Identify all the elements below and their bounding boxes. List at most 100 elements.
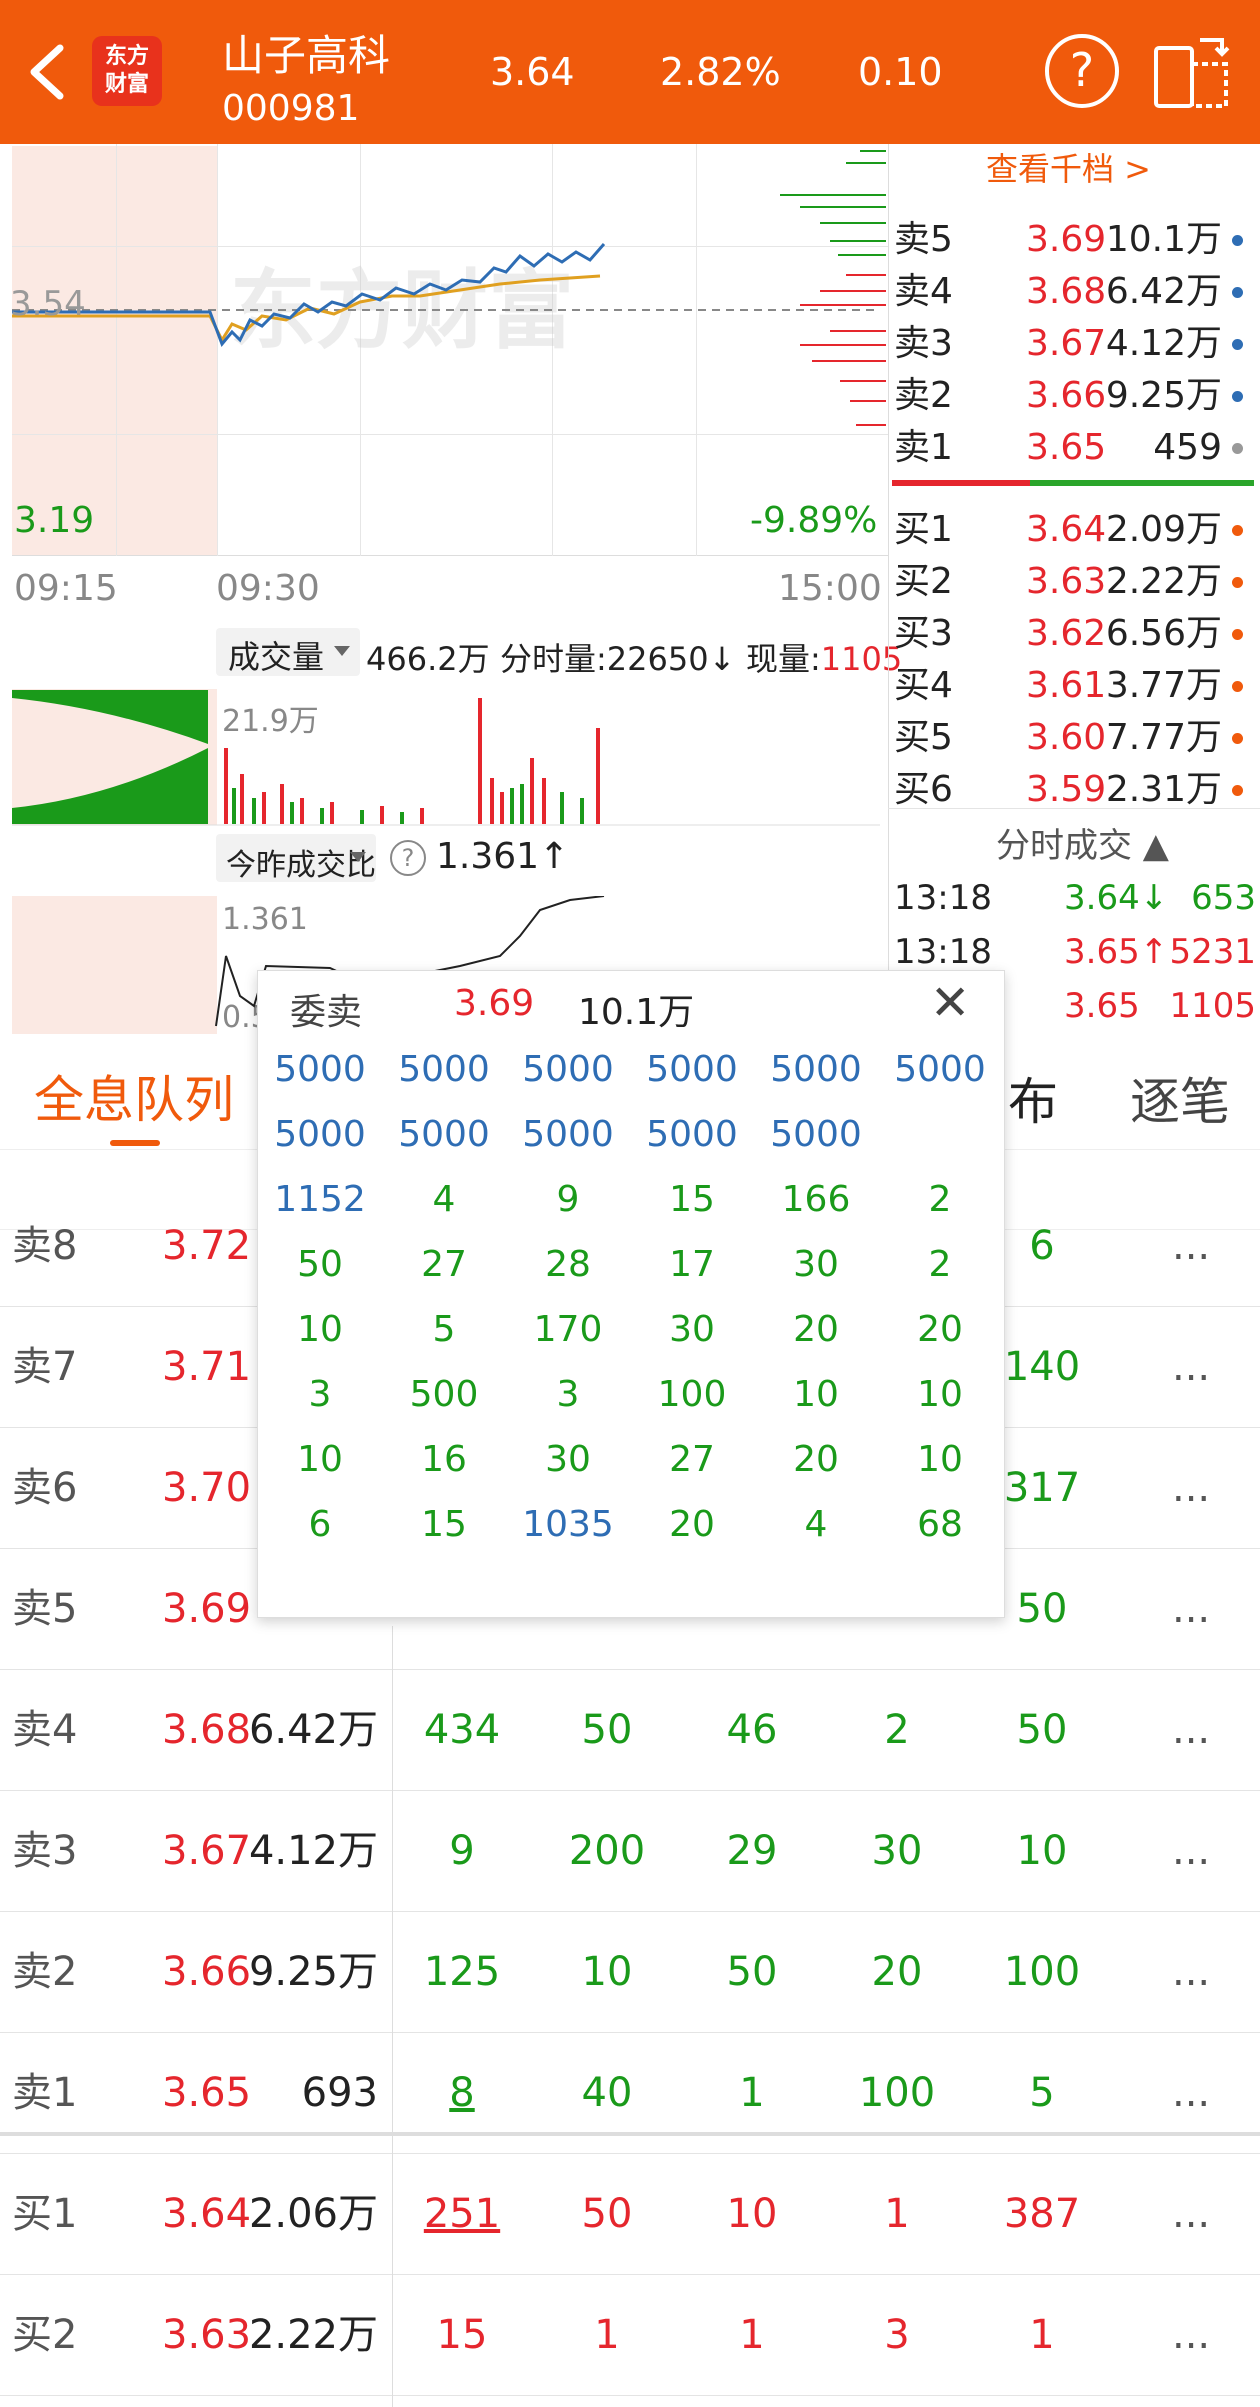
more-button[interactable]: ... <box>1172 1912 1210 2032</box>
dropdown-arrow-icon <box>350 852 366 862</box>
level-price: 3.65 <box>1026 427 1107 468</box>
queue-cell[interactable]: 2 <box>837 1670 957 1790</box>
chart-panel[interactable]: 东方财富 3.54 3.19 -9.89% 09:15 09:30 15:00 … <box>0 144 902 1035</box>
level-label: 卖4 <box>894 271 953 312</box>
queue-cell[interactable]: 1 <box>547 2275 667 2395</box>
ratio-dropdown[interactable]: 今昨成交比 <box>216 834 376 883</box>
queue-cell[interactable]: 10 <box>547 1912 667 2032</box>
popup-cell: 15 <box>669 1179 715 1220</box>
popup-volume: 10.1万 <box>578 992 695 1033</box>
help-icon[interactable]: ? <box>1045 34 1119 108</box>
dot-icon <box>1232 525 1243 536</box>
dot-icon <box>1232 577 1243 588</box>
popup-cell: 16 <box>421 1439 467 1480</box>
tab-full-queue[interactable]: 全息队列 <box>34 1060 234 1132</box>
queue-row[interactable]: 买2 3.63 2.22万 15 1 1 3 1... <box>0 2275 1260 2396</box>
level-volume: 459 <box>1153 427 1222 468</box>
queue-cell[interactable]: 387 <box>982 2154 1102 2274</box>
popup-cell: 5 <box>432 1309 456 1350</box>
queue-cell[interactable]: 125 <box>402 1912 522 2032</box>
queue-cell[interactable]: 10 <box>982 1791 1102 1911</box>
level-volume: 9.25万 <box>1105 375 1222 416</box>
more-button[interactable]: ... <box>1172 1791 1210 1911</box>
ask-queue-popup[interactable]: 委卖 3.69 10.1万 ✕ 5000 5000 5000 5000 5000 5000… <box>257 970 1005 1618</box>
dot-icon <box>1232 287 1243 298</box>
queue-cell[interactable]: 434 <box>402 1670 522 1790</box>
level-price: 3.68 <box>1026 271 1107 312</box>
tick-row: 13:18 3.64↓ 653 <box>894 872 1260 924</box>
total-volume: 466.2万 <box>366 640 490 678</box>
popup-cell: 4 <box>804 1504 828 1545</box>
queue-cell[interactable]: 1 <box>837 2154 957 2274</box>
popup-cell: 5000 <box>522 1114 614 1155</box>
queue-cell[interactable]: 30 <box>837 1791 957 1911</box>
more-button[interactable]: ... <box>1172 1428 1210 1548</box>
back-icon[interactable] <box>24 42 68 102</box>
popup-cell: 5000 <box>894 1049 986 1090</box>
queue-cell[interactable]: 251 <box>402 2154 522 2274</box>
tab-tick-by-tick[interactable]: 逐笔 <box>1130 1062 1230 1134</box>
queue-cell[interactable]: 46 <box>692 1670 812 1790</box>
more-button[interactable]: ... <box>1172 1549 1210 1669</box>
popup-cell: 9 <box>556 1179 580 1220</box>
queue-cell[interactable]: 50 <box>547 1670 667 1790</box>
popup-cell: 20 <box>793 1439 839 1480</box>
queue-cell[interactable]: 50 <box>547 2154 667 2274</box>
more-button[interactable]: ... <box>1172 1186 1210 1306</box>
level-volume: 4.12万 <box>1105 323 1222 364</box>
queue-cell[interactable]: 20 <box>837 1912 957 2032</box>
popup-cell: 5000 <box>646 1114 738 1155</box>
queue-cell[interactable]: 15 <box>402 2275 522 2395</box>
help-icon[interactable]: ? <box>390 840 426 876</box>
popup-cell: 10 <box>793 1374 839 1415</box>
popup-cell: 20 <box>793 1309 839 1350</box>
more-button[interactable]: ... <box>1172 2154 1210 2274</box>
current-volume-label: 现量:1105 <box>746 640 903 678</box>
queue-cell[interactable]: 1 <box>982 2275 1102 2395</box>
queue-cell[interactable]: 200 <box>547 1791 667 1911</box>
row-price: 3.70 <box>162 1465 252 1511</box>
dot-icon <box>1232 681 1243 692</box>
queue-cell[interactable]: 1 <box>692 2275 812 2395</box>
queue-cell[interactable]: 50 <box>982 1670 1102 1790</box>
queue-cell[interactable]: 3 <box>837 2275 957 2395</box>
queue-row[interactable]: 卖4 3.68 6.42万 434 50 46 2 50... <box>0 1670 1260 1791</box>
close-icon[interactable]: ✕ <box>930 975 970 1031</box>
queue-cell[interactable]: 9 <box>402 1791 522 1911</box>
row-volume: 2.22万 <box>248 2312 378 2358</box>
queue-row[interactable]: 卖2 3.66 9.25万 125 10 50 20 100... <box>0 1912 1260 2033</box>
queue-cell[interactable]: 29 <box>692 1791 812 1911</box>
queue-cell[interactable]: 10 <box>692 2154 812 2274</box>
queue-row[interactable]: 卖3 3.67 4.12万 9 200 29 30 10... <box>0 1791 1260 1912</box>
volume-bars <box>12 690 880 826</box>
popup-cell: 5000 <box>770 1114 862 1155</box>
more-button[interactable]: ... <box>1172 1307 1210 1427</box>
queue-cell[interactable]: 100 <box>982 1912 1102 2032</box>
more-button[interactable]: ... <box>1172 2275 1210 2395</box>
row-volume: 9.25万 <box>248 1949 378 1995</box>
row-label: 买2 <box>12 2312 78 2358</box>
view-levels-link[interactable]: 查看千档 > <box>986 144 1151 190</box>
dropdown-arrow-icon <box>334 646 350 656</box>
tick-price: 3.64↓ <box>1064 878 1169 918</box>
queue-cell[interactable]: 50 <box>692 1912 812 2032</box>
queue-row[interactable]: 买1 3.64 2.06万 251 50 10 1 387... <box>0 2154 1260 2275</box>
tick-trades-title[interactable]: 分时成交 ▲ <box>996 818 1169 867</box>
popup-cell: 27 <box>421 1244 467 1285</box>
popup-cell: 5000 <box>274 1049 366 1090</box>
level-label: 买2 <box>894 561 953 602</box>
tab-distribution[interactable]: 布 <box>1008 1062 1058 1134</box>
dot-icon <box>1232 235 1243 246</box>
popup-cell: 1035 <box>522 1504 614 1545</box>
time-label: 09:15 <box>14 568 118 609</box>
popup-cell: 166 <box>781 1179 851 1220</box>
more-button[interactable]: ... <box>1172 1670 1210 1790</box>
row-price: 3.63 <box>162 2312 252 2358</box>
row-price: 3.66 <box>162 1949 252 1995</box>
volume-dropdown[interactable]: 成交量 <box>216 628 360 676</box>
level-label: 卖2 <box>894 375 953 416</box>
popup-price: 3.69 <box>454 983 535 1024</box>
level-price: 3.62 <box>1026 613 1107 654</box>
rotate-screen-icon[interactable] <box>1152 34 1232 110</box>
change-percent: 2.82% <box>660 50 781 94</box>
